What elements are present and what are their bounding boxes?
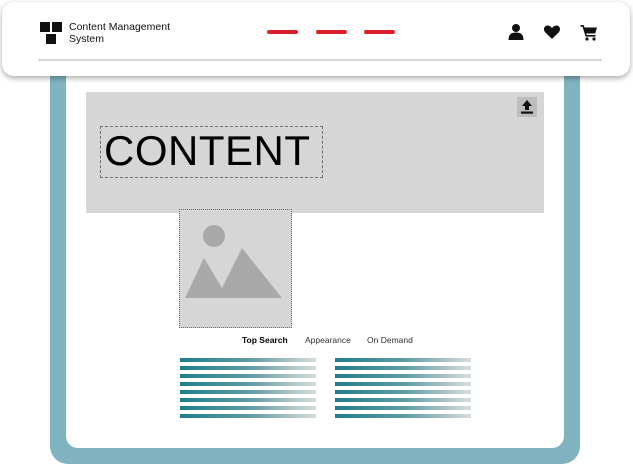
hero-headline: CONTENT bbox=[104, 127, 311, 174]
cart-icon[interactable] bbox=[580, 23, 598, 41]
tab-appearance[interactable]: Appearance bbox=[305, 335, 351, 345]
text-line bbox=[180, 374, 316, 378]
image-placeholder[interactable] bbox=[179, 209, 292, 328]
text-line bbox=[335, 374, 471, 378]
text-line bbox=[180, 414, 316, 418]
text-lines-right bbox=[335, 358, 471, 422]
text-line bbox=[335, 414, 471, 418]
text-line bbox=[335, 358, 471, 362]
text-line bbox=[180, 390, 316, 394]
brand-name[interactable]: Content Management System bbox=[69, 21, 199, 45]
nav-link-1[interactable] bbox=[267, 30, 298, 34]
upload-icon[interactable] bbox=[517, 97, 537, 117]
navbar-divider bbox=[38, 59, 602, 61]
text-line bbox=[335, 398, 471, 402]
nav-link-3[interactable] bbox=[364, 30, 395, 34]
text-line bbox=[180, 382, 316, 386]
tab-on-demand[interactable]: On Demand bbox=[367, 335, 413, 345]
user-icon[interactable] bbox=[507, 23, 525, 41]
text-line bbox=[335, 382, 471, 386]
brand-line-1: Content Management bbox=[69, 21, 170, 33]
image-icon bbox=[185, 225, 282, 298]
text-line bbox=[335, 366, 471, 370]
text-lines-left bbox=[180, 358, 316, 422]
top-navbar: Content Management System bbox=[2, 2, 630, 76]
grid-squares-icon[interactable] bbox=[40, 22, 62, 44]
text-line bbox=[180, 366, 316, 370]
brand-line-2: System bbox=[69, 33, 105, 45]
text-line bbox=[180, 358, 316, 362]
cms-mockup: Content Management System CONTENT Top Se… bbox=[0, 0, 633, 468]
nav-link-2[interactable] bbox=[316, 30, 347, 34]
text-line bbox=[180, 398, 316, 402]
tab-top-search[interactable]: Top Search bbox=[242, 335, 288, 345]
text-line bbox=[335, 390, 471, 394]
text-line bbox=[180, 406, 316, 410]
heart-icon[interactable] bbox=[543, 23, 561, 41]
text-line bbox=[335, 406, 471, 410]
